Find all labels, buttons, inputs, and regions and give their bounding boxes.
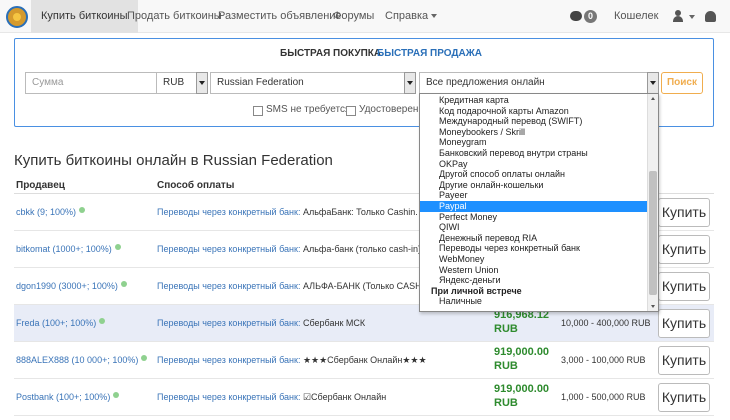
- scroll-up-icon[interactable]: [651, 97, 655, 100]
- seller-link[interactable]: Postbank (100+; 100%): [16, 392, 120, 402]
- user-icon[interactable]: [672, 10, 684, 22]
- logo-icon[interactable]: [6, 6, 28, 28]
- price: 919,000.00 RUB: [494, 383, 550, 409]
- payment-method[interactable]: Переводы через конкретный банк: АльфаБан…: [157, 207, 432, 217]
- payment-method[interactable]: Переводы через конкретный банк: ☑Сбербан…: [157, 392, 386, 403]
- top-navbar: Купить биткоины Продать биткоины Размест…: [0, 0, 730, 33]
- limits: 3,000 - 100,000 RUB: [561, 355, 646, 365]
- dropdown-option[interactable]: Другой способ оплаты онлайн: [420, 169, 648, 180]
- dropdown-option[interactable]: Денежный перевод RIA: [420, 233, 648, 244]
- dropdown-scrollbar[interactable]: [647, 94, 658, 311]
- dropdown-option[interactable]: WebMoney: [420, 254, 648, 265]
- dropdown-option[interactable]: Perfect Money: [420, 212, 648, 223]
- price: 916,968.12 RUB: [494, 309, 550, 335]
- payment-method-dropdown-list[interactable]: Кредитная карта Код подарочной карты Amaz…: [419, 93, 659, 312]
- scrollbar-thumb[interactable]: [649, 171, 657, 295]
- dropdown-group-header: При личной встрече: [431, 285, 522, 296]
- page-title: Купить биткоины онлайн в Russian Federat…: [14, 152, 333, 169]
- chevron-down-icon: [431, 14, 438, 19]
- online-status-icon: [114, 244, 121, 250]
- seller-link[interactable]: 888ALEX888 (10 000+; 100%): [16, 355, 148, 365]
- dropdown-option[interactable]: Международный перевод (SWIFT): [420, 116, 648, 127]
- country-dropdown-button[interactable]: [404, 72, 416, 94]
- buy-button[interactable]: Купить: [658, 309, 710, 338]
- buy-button[interactable]: Купить: [658, 383, 710, 412]
- dropdown-option[interactable]: Moneybookers / Skrill: [420, 127, 648, 138]
- dropdown-option[interactable]: Переводы через конкретный банк: [420, 243, 648, 254]
- scroll-down-icon[interactable]: [651, 305, 655, 308]
- payment-method[interactable]: Переводы через конкретный банк: ★★★Сберб…: [157, 355, 427, 366]
- dropdown-option[interactable]: QIWI: [420, 222, 648, 233]
- seller-link[interactable]: cbkk (9; 100%): [16, 207, 86, 217]
- dropdown-option[interactable]: Банковский перевод внутри страны: [420, 148, 648, 159]
- dropdown-option[interactable]: Moneygram: [420, 137, 648, 148]
- seller-link[interactable]: bitkomat (1000+; 100%): [16, 244, 121, 254]
- limits: 10,000 - 400,000 RUB: [561, 318, 651, 328]
- nav-help[interactable]: Справка: [375, 0, 447, 33]
- currency-select[interactable]: RUB: [156, 72, 200, 94]
- dropdown-option[interactable]: OKPay: [420, 159, 648, 170]
- payment-method-select[interactable]: Все предложения онлайн: [419, 72, 659, 94]
- buy-button[interactable]: Купить: [658, 346, 710, 375]
- online-status-icon: [99, 318, 106, 324]
- buy-button[interactable]: Купить: [658, 198, 710, 227]
- dropdown-option[interactable]: Western Union: [420, 265, 648, 276]
- chat-badge: 0: [584, 10, 597, 23]
- payment-method[interactable]: Переводы через конкретный банк: АЛЬФА-БА…: [157, 281, 434, 291]
- price: 919,000.00 RUB: [494, 346, 550, 372]
- country-select[interactable]: Russian Federation: [210, 72, 416, 94]
- online-status-icon: [141, 355, 148, 361]
- table-row: Postbank (100+; 100%) Переводы через кон…: [14, 379, 714, 416]
- buy-button[interactable]: Купить: [658, 272, 710, 301]
- header-payment-method: Способ оплаты: [157, 180, 235, 191]
- tab-quick-sell[interactable]: БЫСТРАЯ ПРОДАЖА: [367, 44, 492, 64]
- online-status-icon: [120, 281, 127, 287]
- dashboard-icon[interactable]: [705, 11, 716, 22]
- header-seller: Продавец: [16, 180, 65, 191]
- amount-input[interactable]: Сумма: [25, 72, 167, 94]
- sms-label: SMS не требуется: [266, 104, 351, 115]
- search-button[interactable]: Поиск: [661, 72, 703, 94]
- dropdown-option[interactable]: Наличные: [420, 296, 648, 307]
- id-checkbox[interactable]: [346, 106, 356, 116]
- user-menu-chevron-icon[interactable]: [689, 15, 695, 19]
- dropdown-option[interactable]: Кредитная карта: [420, 95, 648, 106]
- nav-wallet[interactable]: Кошелек: [604, 0, 668, 33]
- nav-help-label: Справка: [385, 10, 429, 22]
- table-row: 888ALEX888 (10 000+; 100%) Переводы чере…: [14, 342, 714, 379]
- sms-checkbox[interactable]: [253, 106, 263, 116]
- online-status-icon: [79, 207, 86, 213]
- dropdown-option[interactable]: Paypal: [420, 200, 648, 212]
- dropdown-option[interactable]: Payeer: [420, 190, 648, 201]
- seller-link[interactable]: Freda (100+; 100%): [16, 318, 106, 328]
- seller-link[interactable]: dgon1990 (3000+; 100%): [16, 281, 127, 291]
- payment-method-dropdown-button[interactable]: [647, 72, 659, 94]
- dropdown-option[interactable]: Код подарочной карты Amazon: [420, 106, 648, 117]
- dropdown-option[interactable]: Яндекс-деньги: [420, 275, 648, 286]
- dropdown-options: Кредитная карта Код подарочной карты Amaz…: [420, 95, 648, 307]
- chat-icon[interactable]: [570, 11, 582, 21]
- dropdown-option[interactable]: Другие онлайн-кошельки: [420, 180, 648, 191]
- payment-method[interactable]: Переводы через конкретный банк: Сбербанк…: [157, 318, 365, 328]
- payment-method[interactable]: Переводы через конкретный банк: Альфа-ба…: [157, 244, 421, 254]
- online-status-icon: [113, 392, 120, 398]
- currency-dropdown-button[interactable]: [196, 72, 208, 94]
- buy-button[interactable]: Купить: [658, 235, 710, 264]
- limits: 1,000 - 500,000 RUB: [561, 392, 646, 402]
